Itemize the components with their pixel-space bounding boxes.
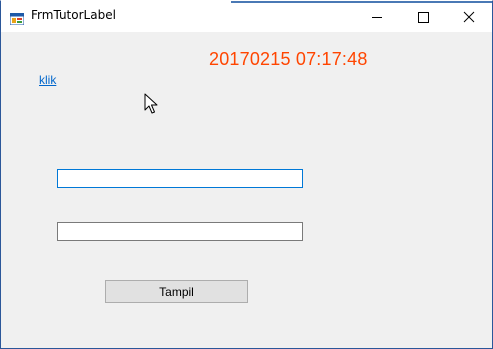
form-client-area: 20170215 07:17:48 klik Tampil — [1, 32, 492, 348]
maximize-button[interactable] — [400, 1, 446, 32]
clock-label: 20170215 07:17:48 — [209, 49, 368, 69]
textbox-2[interactable] — [57, 222, 303, 241]
tampil-button[interactable]: Tampil — [105, 280, 248, 303]
minimize-icon — [372, 17, 382, 18]
window-title: FrmTutorLabel — [31, 8, 116, 22]
maximize-icon — [418, 12, 429, 23]
form-window: FrmTutorLabel 20170215 07:17:48 klik Tam… — [0, 0, 493, 349]
textbox-1[interactable] — [57, 169, 303, 188]
form-icon[interactable] — [9, 10, 25, 26]
close-icon — [463, 11, 475, 23]
close-button[interactable] — [446, 1, 492, 32]
title-bar[interactable]: FrmTutorLabel — [1, 1, 492, 32]
mouse-cursor-icon — [144, 93, 158, 114]
klik-link-label[interactable]: klik — [39, 73, 56, 87]
minimize-button[interactable] — [354, 1, 400, 32]
